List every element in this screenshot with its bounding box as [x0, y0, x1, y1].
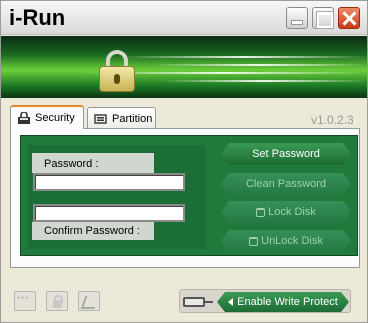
title-bar[interactable]: i-Run: [1, 1, 367, 35]
arrow-left-icon: [228, 298, 233, 306]
enable-write-protect-button[interactable]: Enable Write Protect: [217, 292, 349, 312]
lock-icon: [18, 112, 30, 124]
maximize-button[interactable]: [312, 7, 334, 29]
window-title: i-Run: [9, 5, 66, 30]
usb-plug-icon: [183, 297, 213, 307]
minimize-button[interactable]: [286, 7, 308, 29]
confirm-password-label: Confirm Password :: [44, 225, 140, 237]
lock-disk-label: Lock Disk: [268, 206, 316, 218]
tab-security[interactable]: Security: [10, 105, 84, 129]
tab-partition[interactable]: Partition: [87, 107, 156, 129]
unlock-disk-button[interactable]: UnLock Disk: [221, 230, 351, 252]
banner-streak: [121, 56, 367, 58]
tools-icon[interactable]: [78, 291, 100, 311]
lock-icon[interactable]: [46, 291, 68, 311]
close-button[interactable]: [338, 7, 360, 29]
tab-partition-label: Partition: [112, 112, 153, 125]
app-window: i-Run Security Partition v1.0.2.3 Passwo…: [0, 0, 368, 323]
header-banner: [1, 36, 367, 98]
drive-icon: [94, 113, 107, 124]
confirm-password-field[interactable]: [33, 204, 185, 222]
clean-password-label: Clean Password: [245, 178, 327, 190]
password-label: Password :: [44, 158, 99, 170]
lock-disk-button[interactable]: Lock Disk: [221, 201, 351, 223]
padlock-logo-icon: [99, 50, 135, 94]
lock-icon: [256, 208, 265, 217]
enable-write-protect-label: Enable Write Protect: [237, 296, 338, 308]
version-label: v1.0.2.3: [311, 113, 354, 127]
banner-streak: [151, 64, 367, 66]
unlock-disk-label: UnLock Disk: [261, 235, 323, 247]
password-field[interactable]: [33, 173, 185, 191]
set-password-button[interactable]: Set Password: [221, 143, 351, 165]
clean-password-button[interactable]: Clean Password: [221, 173, 351, 195]
banner-streak: [161, 80, 367, 82]
password-icon[interactable]: [14, 291, 36, 311]
tab-security-label: Security: [35, 112, 75, 124]
set-password-label: Set Password: [252, 148, 320, 160]
unlock-icon: [249, 237, 258, 246]
